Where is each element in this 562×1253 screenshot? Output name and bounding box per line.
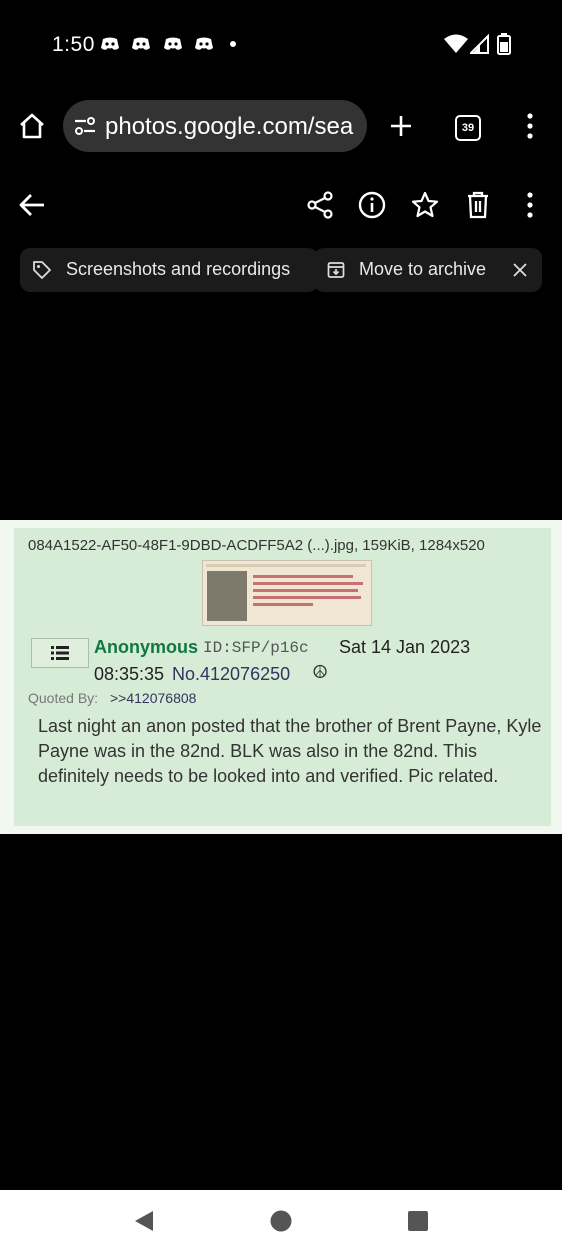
post-reply: 084A1522-AF50-48F1-9DBD-ACDFF5A2 (...).j…: [14, 528, 551, 826]
discord-icon: [164, 37, 182, 50]
home-icon[interactable]: [18, 112, 46, 140]
archive-chip-label: Move to archive: [359, 259, 487, 279]
back-triangle-icon[interactable]: [133, 1210, 155, 1232]
browser-more-icon[interactable]: [524, 113, 536, 139]
site-settings-icon[interactable]: [74, 116, 96, 136]
discord-icon: [101, 37, 119, 50]
discord-icon: [195, 37, 213, 50]
post-screenshot: 084A1522-AF50-48F1-9DBD-ACDFF5A2 (...).j…: [0, 520, 562, 834]
url-bar[interactable]: photos.google.com/sea: [63, 100, 367, 152]
quoted-by-link[interactable]: >>412076808: [110, 690, 196, 706]
post-date: Sat 14 Jan 2023: [339, 637, 471, 657]
poster-id: ID:SFP/p16c: [203, 639, 309, 657]
file-info: 084A1522-AF50-48F1-9DBD-ACDFF5A2 (...).j…: [28, 537, 485, 554]
post-comment: Last night an anon posted that the broth…: [38, 716, 542, 786]
back-arrow-icon[interactable]: [18, 192, 46, 218]
dot-icon: [230, 41, 236, 47]
post-menu-button[interactable]: [31, 638, 89, 668]
thumbnail-photo: [207, 571, 247, 621]
peace-flag-icon: ☮: [312, 662, 329, 682]
post-thumbnail[interactable]: [202, 560, 372, 626]
share-icon[interactable]: [306, 191, 334, 219]
new-tab-icon[interactable]: [389, 114, 413, 138]
url-text: photos.google.com/sea: [105, 113, 354, 140]
quoted-by-label: Quoted By:: [28, 690, 99, 706]
more-icon[interactable]: [524, 192, 536, 218]
signal-icon: [470, 34, 489, 54]
label-tag-icon: [33, 261, 51, 279]
tab-switcher-button[interactable]: 39: [455, 115, 481, 141]
home-circle-icon[interactable]: [270, 1210, 292, 1232]
archive-chip[interactable]: Move to archive: [314, 248, 542, 292]
list-icon: [51, 646, 69, 660]
delete-icon[interactable]: [466, 191, 490, 219]
battery-icon: [497, 33, 511, 55]
status-time: 1:50: [52, 33, 95, 56]
discord-icon: [132, 37, 150, 50]
post-number-link[interactable]: No.412076250: [172, 664, 290, 685]
wifi-icon: [444, 34, 468, 53]
poster-name: Anonymous: [94, 637, 199, 657]
star-icon[interactable]: [411, 191, 439, 219]
system-nav-bar: [0, 1190, 562, 1253]
info-icon[interactable]: [358, 191, 386, 219]
recents-square-icon[interactable]: [408, 1211, 428, 1231]
post-time: 08:35:35: [94, 664, 165, 684]
album-chip-label: Screenshots and recordings: [66, 259, 291, 279]
album-chip[interactable]: Screenshots and recordings: [20, 248, 318, 292]
archive-icon: [327, 262, 345, 278]
close-icon[interactable]: [513, 263, 527, 277]
